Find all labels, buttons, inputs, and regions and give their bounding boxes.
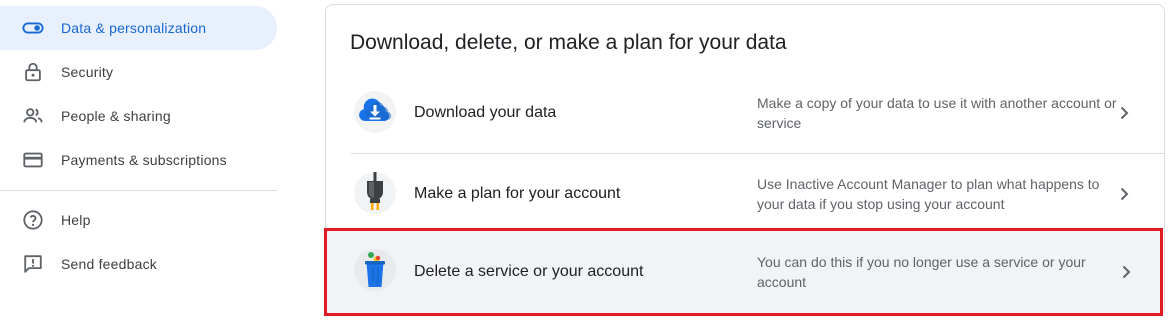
sidebar-item-label: Send feedback — [61, 256, 158, 272]
sidebar-nav: Data & personalization Security People &… — [0, 0, 288, 321]
row-description: Use Inactive Account Manager to plan wha… — [757, 176, 1100, 212]
sidebar-item-label: People & sharing — [61, 108, 171, 124]
row-description: Make a copy of your data to use it with … — [757, 95, 1117, 131]
help-icon — [22, 209, 44, 231]
people-icon — [22, 105, 44, 127]
sidebar-item-security[interactable]: Security — [0, 50, 277, 94]
trash-bin-icon — [354, 249, 396, 291]
feedback-icon — [22, 253, 44, 275]
sidebar-item-label: Security — [61, 64, 114, 80]
account-page: Data & personalization Security People &… — [0, 0, 1175, 321]
sidebar-divider — [0, 190, 277, 191]
sidebar-item-send-feedback[interactable]: Send feedback — [0, 242, 277, 286]
row-label: Delete a service or your account — [414, 263, 644, 280]
lock-icon — [22, 61, 44, 83]
sidebar-item-label: Help — [61, 212, 91, 228]
chevron-right-icon — [1116, 262, 1136, 282]
sidebar-item-data-personalization[interactable]: Data & personalization — [0, 6, 277, 50]
plan-account-row[interactable]: Make a plan for your account Use Inactiv… — [351, 153, 1164, 233]
power-plug-icon — [354, 172, 396, 214]
sidebar-item-label: Data & personalization — [61, 20, 207, 36]
sidebar-item-people-sharing[interactable]: People & sharing — [0, 94, 277, 138]
row-label: Download your data — [414, 104, 557, 121]
toggle-icon — [22, 17, 44, 39]
download-data-row[interactable]: Download your data Make a copy of your d… — [351, 73, 1164, 153]
sidebar-item-help[interactable]: Help — [0, 198, 277, 242]
row-description: You can do this if you no longer use a s… — [757, 254, 1086, 290]
sidebar-item-label: Payments & subscriptions — [61, 152, 227, 168]
credit-card-icon — [22, 149, 44, 171]
cloud-download-icon — [354, 91, 396, 133]
chevron-right-icon — [1114, 184, 1134, 204]
row-label: Make a plan for your account — [414, 185, 621, 202]
sidebar-item-payments-subscriptions[interactable]: Payments & subscriptions — [0, 138, 277, 182]
delete-service-account-row[interactable]: Delete a service or your account You can… — [324, 228, 1163, 316]
card-title: Download, delete, or make a plan for you… — [350, 31, 787, 54]
chevron-right-icon — [1114, 103, 1134, 123]
data-plan-card: Download, delete, or make a plan for you… — [324, 4, 1165, 316]
